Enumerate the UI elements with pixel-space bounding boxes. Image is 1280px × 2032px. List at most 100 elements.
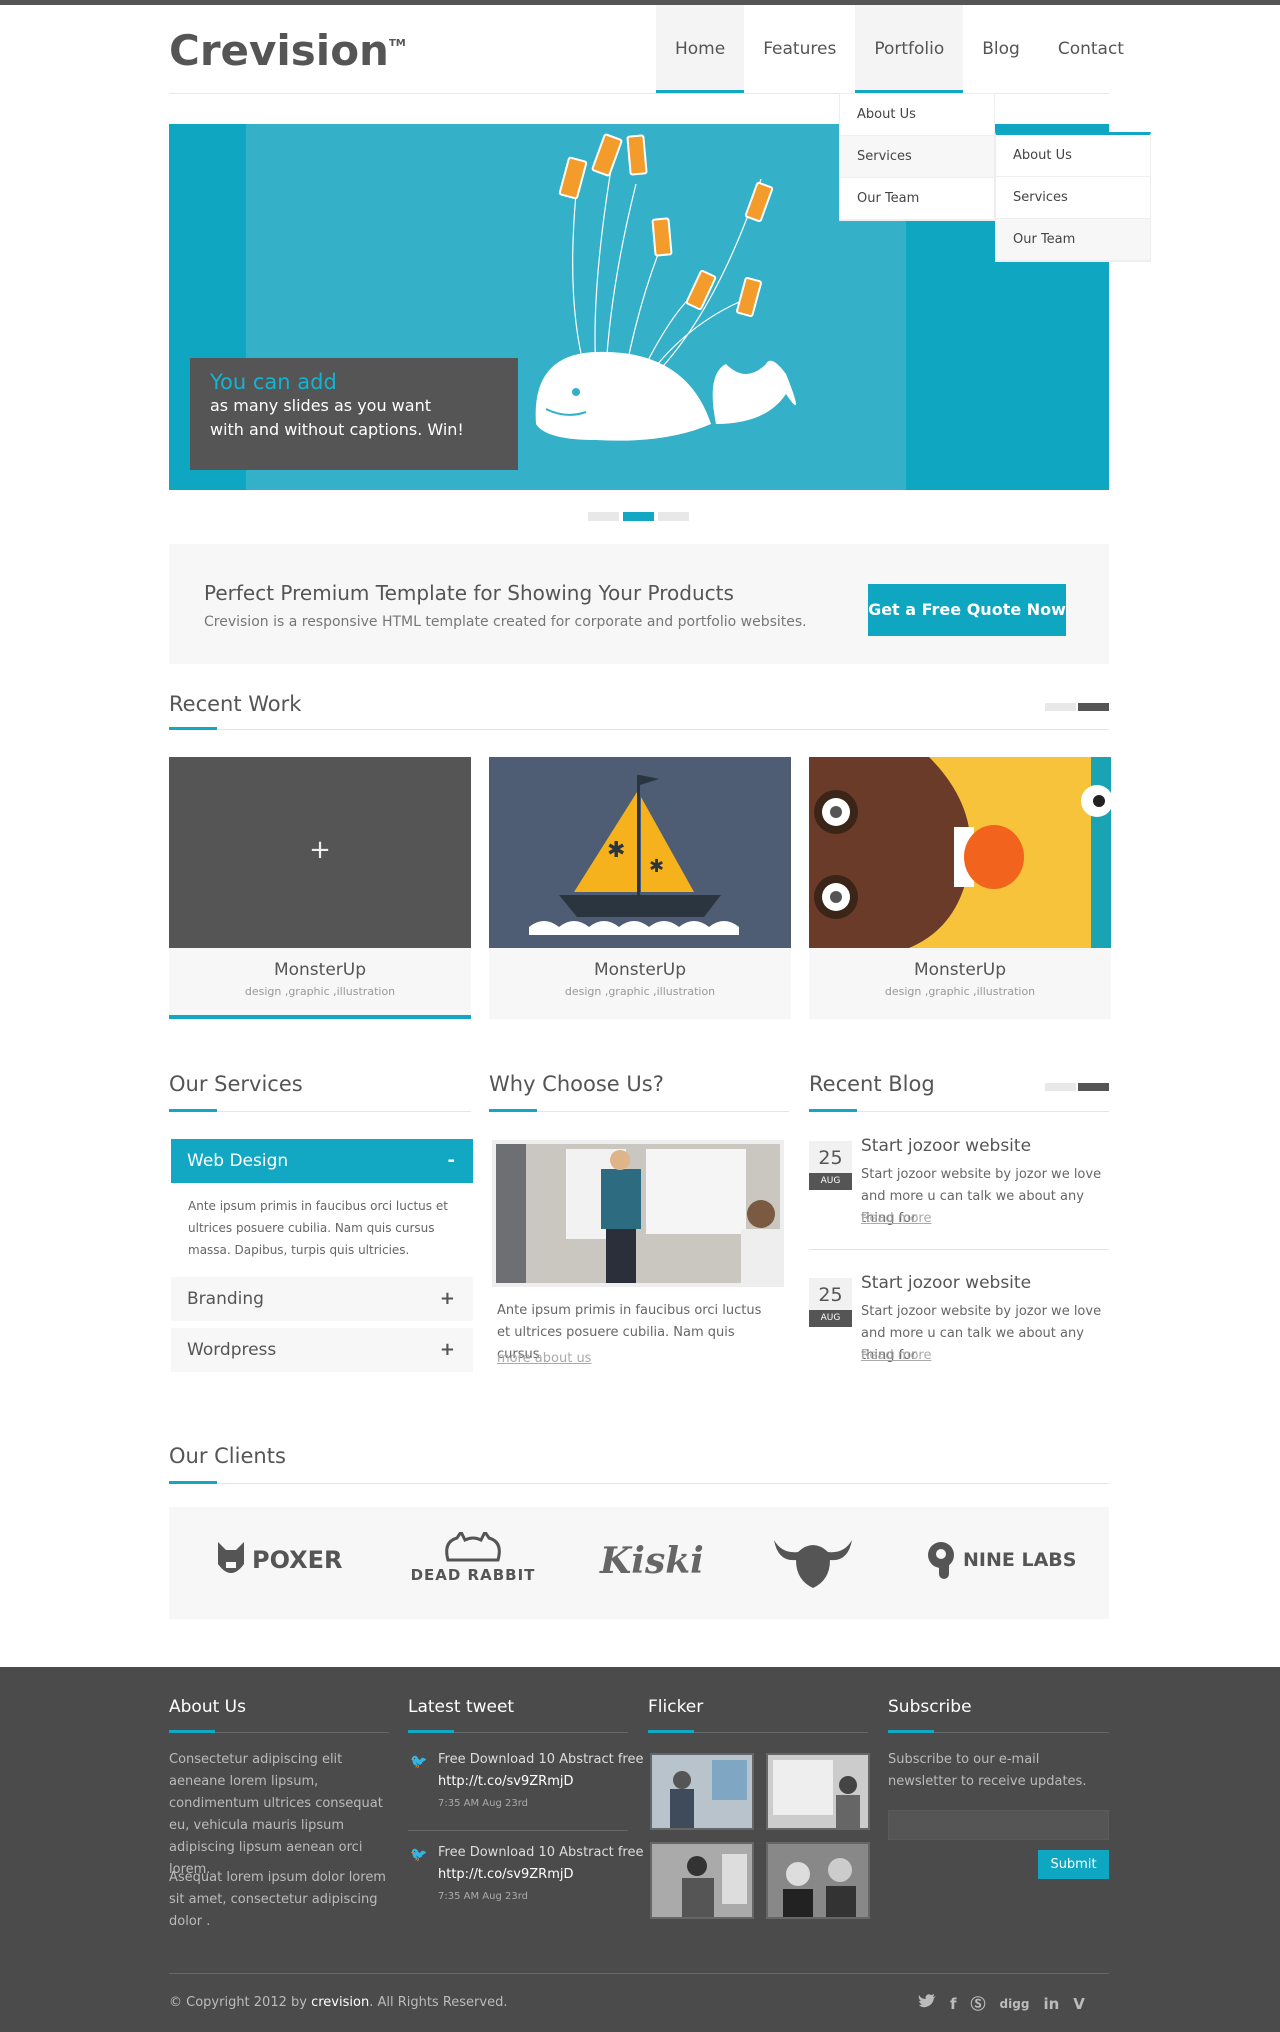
facebook-icon[interactable]: f — [950, 1995, 957, 2013]
team-photo — [496, 1144, 780, 1283]
submenu-item-team[interactable]: Our Team — [996, 219, 1150, 261]
accordion-label: Branding — [187, 1289, 264, 1309]
copyright-brand-link[interactable]: crevision — [311, 1995, 369, 2010]
post-title[interactable]: Start jozoor website — [861, 1273, 1031, 1293]
blog-pager — [1045, 1083, 1109, 1091]
dropdown-item-team[interactable]: Our Team — [840, 178, 994, 220]
monster-illustration — [809, 757, 1111, 948]
portfolio-dropdown: About Us Services Our Team — [839, 93, 995, 221]
slider-dot-1[interactable] — [588, 512, 619, 521]
client-logo-viking[interactable] — [772, 1532, 854, 1594]
footer-about-title: About Us — [169, 1697, 246, 1717]
accordion-body: Ante ipsum primis in faucibus orci luctu… — [188, 1199, 448, 1257]
viking-icon — [774, 1540, 852, 1588]
twitter-icon[interactable] — [918, 1993, 936, 2014]
accordion-web-design[interactable]: Web Design - — [171, 1139, 473, 1183]
plus-icon: + — [309, 835, 331, 865]
read-more-link[interactable]: Read more — [861, 1211, 931, 1226]
tweet-text: Free Download 10 Abstract free — [438, 1845, 644, 1860]
accordion-label: Wordpress — [187, 1340, 277, 1360]
work-item-1[interactable]: + MonsterUp design ,graphic ,illustratio… — [169, 757, 471, 1019]
work-title[interactable]: MonsterUp — [169, 960, 471, 980]
pager-next[interactable] — [1078, 703, 1109, 711]
work-thumb-2[interactable]: ✱ ✱ — [489, 757, 791, 948]
bird-icon: 🐦 — [410, 1847, 428, 1863]
section-divider — [169, 1483, 1109, 1484]
footer-tweet-title: Latest tweet — [408, 1697, 515, 1717]
accordion-wordpress[interactable]: Wordpress + — [171, 1328, 473, 1372]
client-logo-poxer[interactable]: POXER — [216, 1540, 343, 1580]
slider-dot-2[interactable] — [623, 512, 654, 521]
slider-dot-3[interactable] — [658, 512, 689, 521]
free-quote-button[interactable]: Get a Free Quote Now — [868, 584, 1066, 636]
digg-icon[interactable]: digg — [1000, 1997, 1030, 2011]
accordion-label: Web Design — [187, 1151, 289, 1171]
submenu-item-services[interactable]: Services — [996, 177, 1150, 219]
post-divider — [809, 1249, 1109, 1250]
slide-caption: You can add as many slides as you want w… — [190, 358, 518, 470]
svg-text:✱: ✱ — [607, 838, 625, 863]
tweet-text: Free Download 10 Abstract free — [438, 1752, 644, 1767]
work-item-3[interactable]: MonsterUp design ,graphic ,illustration — [809, 757, 1111, 1019]
footer-subscribe-title: Subscribe — [888, 1697, 972, 1717]
client-logo-kiski[interactable]: Kiski — [600, 1540, 704, 1582]
pager-prev[interactable] — [1045, 1083, 1076, 1091]
nav-contact[interactable]: Contact — [1039, 5, 1143, 93]
vimeo-icon[interactable]: V — [1073, 1995, 1085, 2013]
services-submenu: About Us Services Our Team — [995, 132, 1151, 262]
promo-text: Crevision is a responsive HTML template … — [204, 614, 807, 630]
nav-portfolio[interactable]: Portfolio — [855, 5, 964, 93]
work-title[interactable]: MonsterUp — [809, 960, 1111, 980]
nav-features[interactable]: Features — [744, 5, 855, 93]
flickr-photo-1[interactable] — [650, 1753, 754, 1830]
pager-next[interactable] — [1078, 1083, 1109, 1091]
flickr-photo-2[interactable] — [766, 1753, 870, 1830]
clients-title: Our Clients — [169, 1444, 286, 1468]
post-date: 25 AUG — [809, 1278, 852, 1327]
work-thumb-1[interactable]: + — [169, 757, 471, 948]
flickr-photo-3[interactable] — [650, 1842, 754, 1919]
work-item-2[interactable]: ✱ ✱ MonsterUp design ,graphic ,illustrat… — [489, 757, 791, 1019]
post-month: AUG — [809, 1310, 852, 1327]
why-title: Why Choose Us? — [489, 1072, 664, 1096]
minus-icon: - — [447, 1150, 455, 1171]
newsletter-email-input[interactable] — [888, 1810, 1109, 1840]
plus-icon: + — [439, 1339, 455, 1360]
skype-icon[interactable]: Ⓢ — [971, 1993, 986, 2014]
post-date: 25 AUG — [809, 1141, 852, 1190]
site-logo[interactable]: CrevisionTM — [169, 26, 406, 75]
submenu-item-about[interactable]: About Us — [996, 135, 1150, 177]
work-thumb-3[interactable] — [809, 757, 1111, 948]
work-tags: design ,graphic ,illustration — [884, 985, 1036, 998]
nav-blog[interactable]: Blog — [963, 5, 1039, 93]
client-logo-dead-rabbit[interactable]: DEAD RABBIT — [408, 1529, 538, 1584]
footer-accent — [888, 1730, 934, 1733]
post-day: 25 — [809, 1141, 852, 1173]
nav-home[interactable]: Home — [656, 5, 745, 93]
tweet-link[interactable]: http://t.co/sv9ZRmjD — [438, 1867, 574, 1882]
read-more-link[interactable]: Read more — [861, 1348, 931, 1363]
dropdown-item-about[interactable]: About Us — [840, 94, 994, 136]
slider-pagination — [588, 512, 689, 521]
photo-thumb — [652, 1844, 752, 1917]
more-about-us-link[interactable]: more about us — [497, 1351, 591, 1366]
tweet-time: 7:35 AM Aug 23rd — [438, 1798, 528, 1809]
client-logo-nine-labs[interactable]: NINE LABS — [925, 1540, 1076, 1580]
dropdown-item-services[interactable]: Services — [840, 136, 994, 178]
subscribe-button[interactable]: Submit — [1038, 1850, 1109, 1879]
photo-thumb — [768, 1844, 868, 1917]
linkedin-icon[interactable]: in — [1043, 1995, 1059, 2013]
post-day: 25 — [809, 1278, 852, 1310]
svg-text:✱: ✱ — [649, 856, 664, 877]
post-title[interactable]: Start jozoor website — [861, 1136, 1031, 1156]
footer-accent — [408, 1730, 454, 1733]
flickr-photo-4[interactable] — [766, 1842, 870, 1919]
pager-prev[interactable] — [1045, 703, 1076, 711]
accordion-branding[interactable]: Branding + — [171, 1277, 473, 1321]
why-photo — [492, 1140, 784, 1287]
work-title[interactable]: MonsterUp — [489, 960, 791, 980]
section-divider — [169, 729, 1109, 730]
tweet-link[interactable]: http://t.co/sv9ZRmjD — [438, 1774, 574, 1789]
bird-icon: 🐦 — [410, 1754, 428, 1770]
section-accent — [169, 1109, 217, 1112]
